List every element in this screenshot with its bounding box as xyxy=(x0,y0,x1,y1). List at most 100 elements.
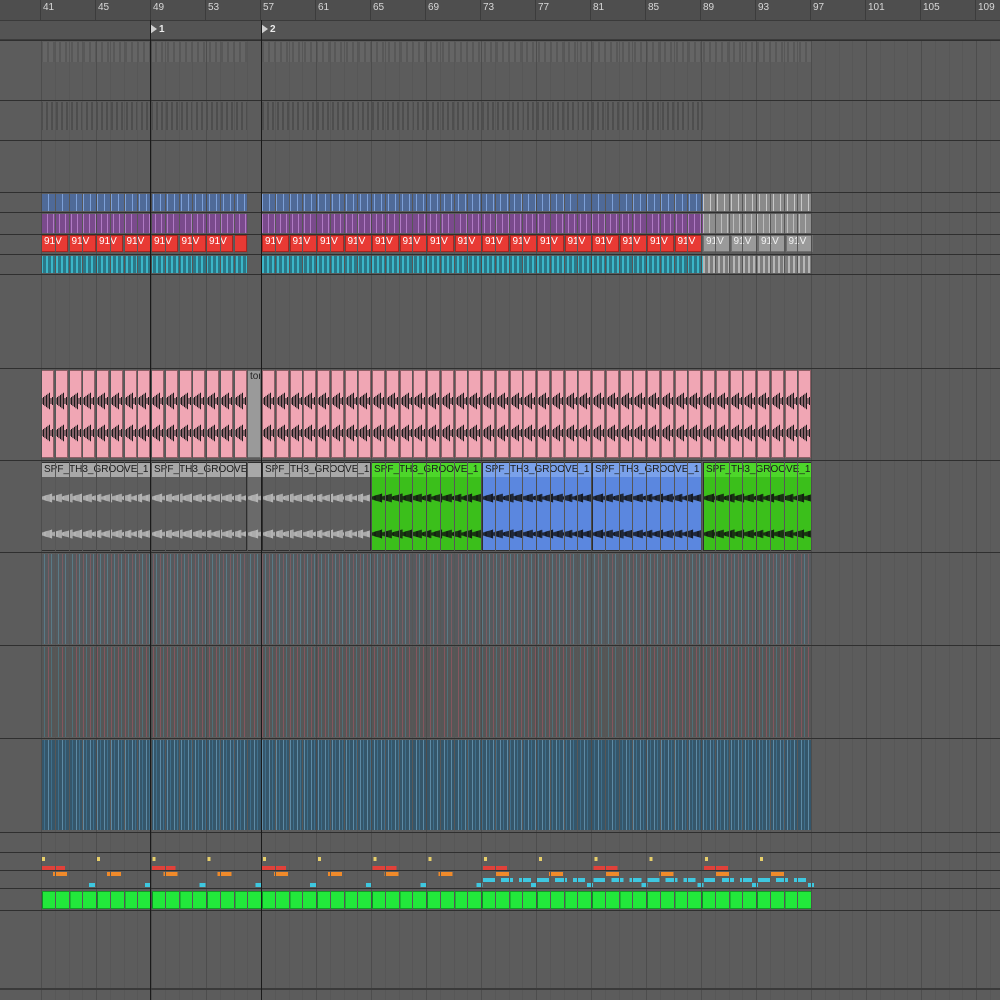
drum-clip-91V[interactable]: 91V xyxy=(537,235,564,252)
drum-clip-91V[interactable]: 91V xyxy=(785,235,813,252)
hihat-clip[interactable] xyxy=(262,194,703,211)
drum-clip-91V[interactable]: 91V xyxy=(262,235,289,252)
tom-clip[interactable] xyxy=(592,370,605,458)
tom-clip[interactable] xyxy=(495,370,509,458)
drum-clip-91V[interactable]: 91V xyxy=(592,235,619,252)
tom-clip[interactable] xyxy=(578,370,592,458)
tom-clip[interactable] xyxy=(275,370,289,458)
groove-clip[interactable]: SPF_TH3_GROOVE_1 xyxy=(703,462,812,551)
drum-clip-91V[interactable]: 91V xyxy=(619,235,647,252)
tom-clip[interactable] xyxy=(206,370,219,458)
tom-clip[interactable] xyxy=(96,370,109,458)
tom-clip[interactable] xyxy=(468,370,482,458)
tom-clip[interactable] xyxy=(605,370,619,458)
tom-clip[interactable] xyxy=(137,370,151,458)
midi-clip[interactable] xyxy=(247,554,262,644)
tom-clip[interactable] xyxy=(688,370,702,458)
drum-clip-91V[interactable]: 91V xyxy=(372,235,399,252)
arrangement-view[interactable]: 41 45 49 53 57 61 65 69 73 77 81 85 89 93 97 101 105 109 … xyxy=(0,0,1000,1000)
tom-clip[interactable] xyxy=(289,370,303,458)
tom-clip[interactable] xyxy=(440,370,454,458)
tom-clip[interactable] xyxy=(743,370,757,458)
tom-clip[interactable] xyxy=(660,370,674,458)
tom-clip[interactable] xyxy=(399,370,413,458)
tom-clip[interactable] xyxy=(178,370,192,458)
tom-clip[interactable] xyxy=(385,370,399,458)
muted-clip[interactable] xyxy=(262,42,703,62)
hihat-clip[interactable] xyxy=(703,194,812,211)
tom-clip[interactable] xyxy=(523,370,537,458)
midi-clip[interactable] xyxy=(262,554,812,644)
tom-clip[interactable] xyxy=(647,370,660,458)
groove-clip[interactable] xyxy=(247,462,262,551)
drum-clip-91V[interactable]: 91V xyxy=(674,235,702,252)
drum-clip-91V[interactable]: 91V xyxy=(151,235,178,252)
tom-clip[interactable] xyxy=(729,370,743,458)
tom-clip[interactable] xyxy=(372,370,385,458)
groove-clip[interactable]: SPF_TH3_GROOVE_1 xyxy=(262,462,371,551)
drum-clip-91V[interactable]: 91V xyxy=(758,235,785,252)
tom-clip[interactable] xyxy=(770,370,784,458)
drum-clip-91V[interactable]: 91V xyxy=(317,235,344,252)
tom-clip[interactable] xyxy=(164,370,178,458)
midi-clip[interactable] xyxy=(41,740,247,830)
tom-clip[interactable] xyxy=(619,370,633,458)
drum-clip-91V[interactable]: 91V xyxy=(206,235,233,252)
drum-clip-91V[interactable] xyxy=(233,235,247,252)
tom-clip[interactable] xyxy=(344,370,358,458)
tom-clip[interactable]: tom xyxy=(247,370,261,458)
midi-clip[interactable] xyxy=(41,647,247,737)
drum-clip-91V[interactable]: 91V xyxy=(454,235,482,252)
drum-clip-91V[interactable]: 91V xyxy=(68,235,96,252)
tom-clip[interactable] xyxy=(303,370,317,458)
tom-clip[interactable] xyxy=(550,370,564,458)
tom-clip[interactable] xyxy=(317,370,330,458)
tom-clip[interactable] xyxy=(82,370,96,458)
tom-clip[interactable] xyxy=(757,370,770,458)
drum-clip-91V[interactable]: 91V xyxy=(509,235,537,252)
muted-clip[interactable] xyxy=(262,102,703,130)
tom-clip[interactable] xyxy=(427,370,440,458)
shaker-clip[interactable] xyxy=(262,256,703,273)
tom-clip[interactable] xyxy=(509,370,523,458)
drum-clip-91V[interactable]: 91V xyxy=(344,235,372,252)
drum-clip-91V[interactable]: 91V xyxy=(427,235,454,252)
midi-clip[interactable] xyxy=(41,554,247,644)
tom-clip[interactable] xyxy=(413,370,427,458)
tom-clip[interactable] xyxy=(262,370,275,458)
tom-clip[interactable] xyxy=(482,370,495,458)
midi-clip[interactable] xyxy=(262,647,812,737)
tom-clip[interactable] xyxy=(633,370,647,458)
tom-clip[interactable] xyxy=(68,370,82,458)
tom-clip[interactable] xyxy=(784,370,798,458)
shaker-clip[interactable] xyxy=(41,256,247,273)
drum-clip-91V[interactable]: 91V xyxy=(178,235,206,252)
drum-clip-91V[interactable]: 91V xyxy=(647,235,674,252)
tom-clip[interactable] xyxy=(54,370,68,458)
drum-clip-91V[interactable]: 91V xyxy=(41,235,68,252)
muted-clip[interactable] xyxy=(41,42,247,62)
drum-clip-91V[interactable]: 91V xyxy=(123,235,151,252)
perc-clip[interactable] xyxy=(703,214,812,233)
groove-clip[interactable]: SPF_TH3_GROOVE_1 xyxy=(41,462,151,551)
midi-clip[interactable] xyxy=(247,647,262,737)
tom-clip[interactable] xyxy=(702,370,715,458)
midi-clip[interactable] xyxy=(247,740,262,830)
tom-clip[interactable] xyxy=(233,370,247,458)
drum-clip-91V[interactable]: 91V xyxy=(730,235,758,252)
tom-clip[interactable] xyxy=(358,370,372,458)
drum-clip-91V[interactable]: 91V xyxy=(564,235,592,252)
tom-clip[interactable] xyxy=(123,370,137,458)
muted-clip[interactable] xyxy=(703,42,812,62)
tom-clip[interactable] xyxy=(109,370,123,458)
groove-clip[interactable]: SPF_TH3_GROOVE_1 xyxy=(592,462,702,551)
locator-2[interactable]: 2 xyxy=(261,24,276,35)
tom-clip[interactable] xyxy=(151,370,164,458)
groove-clip[interactable]: SPF_TH3_GROOVE_1 xyxy=(482,462,592,551)
tom-clip[interactable] xyxy=(192,370,206,458)
tom-clip[interactable] xyxy=(41,370,54,458)
perc-clip[interactable] xyxy=(262,214,703,233)
bass-clip[interactable] xyxy=(41,891,812,909)
hihat-clip[interactable] xyxy=(41,194,247,211)
beat-time-ruler[interactable]: 41 45 49 53 57 61 65 69 73 77 81 85 89 93 97 101 105 109 xyxy=(0,0,1000,21)
